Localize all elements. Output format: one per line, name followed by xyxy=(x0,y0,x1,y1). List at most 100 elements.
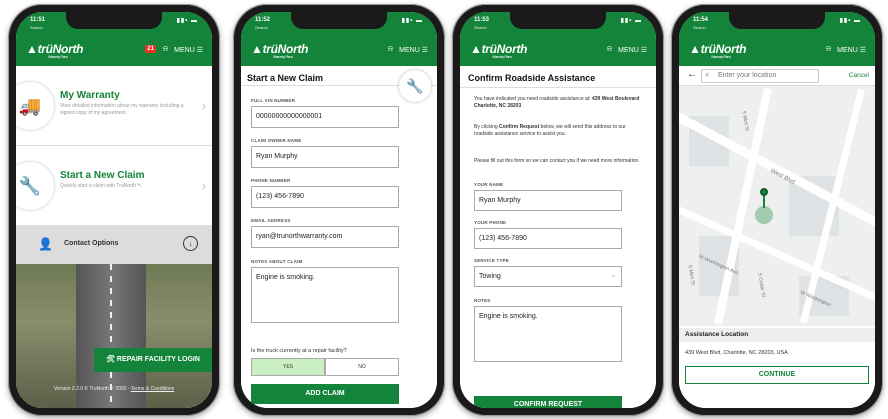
trunorth-logo[interactable]: ▲trüNorth Warranty Plans xyxy=(251,42,308,59)
wrench-icon: 🔧 xyxy=(399,70,431,102)
location-panel: Assistance Location 439 West Blvd, Charl… xyxy=(679,328,875,408)
confirm-request-button[interactable]: CONFIRM REQUEST xyxy=(474,396,622,408)
roadside-form: Confirm Roadside Assistance You have ind… xyxy=(460,66,656,408)
contact-options-label: Contact Options xyxy=(64,240,119,247)
street-label: S Cedar St xyxy=(756,272,767,298)
status-time: 11:54 xyxy=(693,17,709,23)
card-title: My Warranty xyxy=(60,90,120,101)
menu-button[interactable]: MENU ☰ xyxy=(618,46,647,54)
map-view[interactable]: S Mint St West Blvd W Worthington Ave W … xyxy=(679,86,875,326)
bell-icon[interactable]: ⍾ xyxy=(163,44,168,54)
new-claim-card[interactable]: 🔧 Start a New Claim Quickly start a clai… xyxy=(16,146,212,226)
card-title: Start a New Claim xyxy=(60,170,145,181)
phone-roadside: 11:53 Search ▮▮• ▬ ▲trüNorth Warranty Pla… xyxy=(452,4,664,416)
confirm-paragraph: By clicking Confirm Request below, we wi… xyxy=(474,124,626,137)
phone-label: YOUR PHONE xyxy=(474,220,507,225)
app-bar: ▲trüNorth Warranty Plans 21 ⍾ MENU ☰ xyxy=(16,36,212,66)
signal-icon: ▮▮• ▬ xyxy=(176,18,198,24)
notch xyxy=(729,12,825,29)
location-picker: ← ⌕ Enter your location Cancel S Mint St … xyxy=(679,66,875,408)
agent-icon: 👤 xyxy=(38,237,53,251)
continue-button[interactable]: CONTINUE xyxy=(685,366,869,384)
version-footer: Version 2.2.0 © TruNorth™ 2020 - Terms &… xyxy=(53,386,175,392)
repair-facility-login-button[interactable]: 🛠 REPAIR FACILITY LOGIN xyxy=(94,348,212,372)
status-carrier: Search xyxy=(474,25,487,30)
service-type-select[interactable]: Towing ⌄ xyxy=(474,266,622,287)
notes-textarea[interactable]: Engine is smoking. xyxy=(251,267,399,323)
chevron-right-icon: › xyxy=(202,99,206,113)
phone-home: 11:51 Search ▮▮• ▬ ▲trüNorth Warranty Pla… xyxy=(8,4,220,416)
contact-options-bar[interactable]: 👤 Contact Options ↓ xyxy=(16,226,212,264)
vin-label: FULL VIN NUMBER xyxy=(251,98,296,103)
repair-facility-question: Is the truck currently at a repair facil… xyxy=(251,348,347,354)
screen: 11:53 Search ▮▮• ▬ ▲trüNorth Warranty Pla… xyxy=(460,12,656,408)
status-time: 11:52 xyxy=(255,17,271,23)
status-carrier: Search xyxy=(255,25,268,30)
menu-button[interactable]: MENU ☰ xyxy=(399,46,428,54)
bell-icon[interactable]: ⍾ xyxy=(388,44,393,54)
screen: 11:51 Search ▮▮• ▬ ▲trüNorth Warranty Pla… xyxy=(16,12,212,408)
terms-link[interactable]: Terms & Conditions xyxy=(131,386,174,392)
page-title: Confirm Roadside Assistance xyxy=(460,66,656,88)
card-desc: Quickly start a claim with TruNorth™. xyxy=(60,183,143,189)
yes-toggle[interactable]: YES xyxy=(251,358,325,376)
screen: 11:54 Search ▮▮• ▬ ▲trüNorth Warranty Pla… xyxy=(679,12,875,408)
phone-location: 11:54 Search ▮▮• ▬ ▲trüNorth Warranty Pla… xyxy=(671,4,883,416)
signal-icon: ▮▮• ▬ xyxy=(401,18,423,24)
signal-icon: ▮▮• ▬ xyxy=(620,18,642,24)
cancel-link[interactable]: Cancel xyxy=(849,72,869,79)
wrench-icon: 🔧 xyxy=(16,162,54,210)
notes-textarea[interactable]: Engine is smoking. xyxy=(474,306,622,362)
trunorth-logo[interactable]: ▲trüNorth Warranty Plans xyxy=(470,42,527,59)
menu-button[interactable]: MENU ☰ xyxy=(174,46,203,54)
email-field[interactable]: ryan@trunorthwarranty.com xyxy=(251,226,399,248)
menu-button[interactable]: MENU ☰ xyxy=(837,46,866,54)
address-paragraph: You have indicated you need roadside ass… xyxy=(474,96,640,109)
vin-field[interactable]: 00000000000000001 xyxy=(251,106,399,128)
phone-label: PHONE NUMBER xyxy=(251,178,291,183)
app-bar: ▲trüNorth Warranty Plans ⍾ MENU ☰ xyxy=(679,36,875,66)
back-arrow-icon[interactable]: ← xyxy=(687,69,697,80)
bell-icon[interactable]: ⍾ xyxy=(607,44,612,54)
screen: 11:52 Search ▮▮• ▬ ▲trüNorth Warranty Pla… xyxy=(241,12,437,408)
notes-label: NOTES ABOUT CLAIM xyxy=(251,259,303,264)
claim-form: Start a New Claim 🔧 FULL VIN NUMBER 0000… xyxy=(241,66,437,408)
notification-badge: 21 xyxy=(145,45,156,53)
phone-field[interactable]: (123) 456-7890 xyxy=(474,228,622,249)
email-label: EMAIL ADDRESS xyxy=(251,218,291,223)
status-time: 11:53 xyxy=(474,17,490,23)
street-label: S Mint St xyxy=(686,264,696,286)
bell-icon[interactable]: ⍾ xyxy=(826,44,831,54)
owner-label: CLAIM OWNER NAME xyxy=(251,138,302,143)
trunorth-logo[interactable]: ▲trüNorth Warranty Plans xyxy=(26,42,83,59)
notch xyxy=(291,12,387,29)
trunorth-logo[interactable]: ▲trüNorth Warranty Plans xyxy=(689,42,746,59)
owner-field[interactable]: Ryan Murphy xyxy=(251,146,399,168)
notes-label: NOTES xyxy=(474,298,491,303)
no-toggle[interactable]: NO xyxy=(325,358,399,376)
info-paragraph: Please fill out this form so we can cont… xyxy=(474,158,640,164)
truck-icon: 🚚 xyxy=(16,82,54,130)
service-type-label: SERVICE TYPE xyxy=(474,258,510,263)
name-label: YOUR NAME xyxy=(474,182,504,187)
phone-field[interactable]: (123) 456-7890 xyxy=(251,186,399,208)
chevron-down-icon[interactable]: ↓ xyxy=(183,236,198,251)
name-field[interactable]: Ryan Murphy xyxy=(474,190,622,211)
search-icon: ⌕ xyxy=(705,70,710,79)
location-pin-icon[interactable] xyxy=(755,188,773,224)
app-bar: ▲trüNorth Warranty Plans ⍾ MENU ☰ xyxy=(460,36,656,66)
status-carrier: Search xyxy=(30,25,43,30)
my-warranty-card[interactable]: 🚚 My Warranty View detailed information … xyxy=(16,66,212,146)
street-label: S Mint St xyxy=(740,110,750,132)
phone-new-claim: 11:52 Search ▮▮• ▬ ▲trüNorth Warranty Pla… xyxy=(233,4,445,416)
card-desc: View detailed information about my warra… xyxy=(60,103,184,116)
notch xyxy=(66,12,162,29)
add-claim-button[interactable]: ADD CLAIM xyxy=(251,384,399,404)
location-search-input[interactable]: ⌕ Enter your location xyxy=(701,69,819,83)
search-bar: ← ⌕ Enter your location Cancel xyxy=(679,66,875,86)
chevron-down-icon: ⌄ xyxy=(610,273,616,279)
status-carrier: Search xyxy=(693,25,706,30)
app-bar: ▲trüNorth Warranty Plans ⍾ MENU ☰ xyxy=(241,36,437,66)
location-header: Assistance Location xyxy=(679,328,875,342)
chevron-right-icon: › xyxy=(202,179,206,193)
